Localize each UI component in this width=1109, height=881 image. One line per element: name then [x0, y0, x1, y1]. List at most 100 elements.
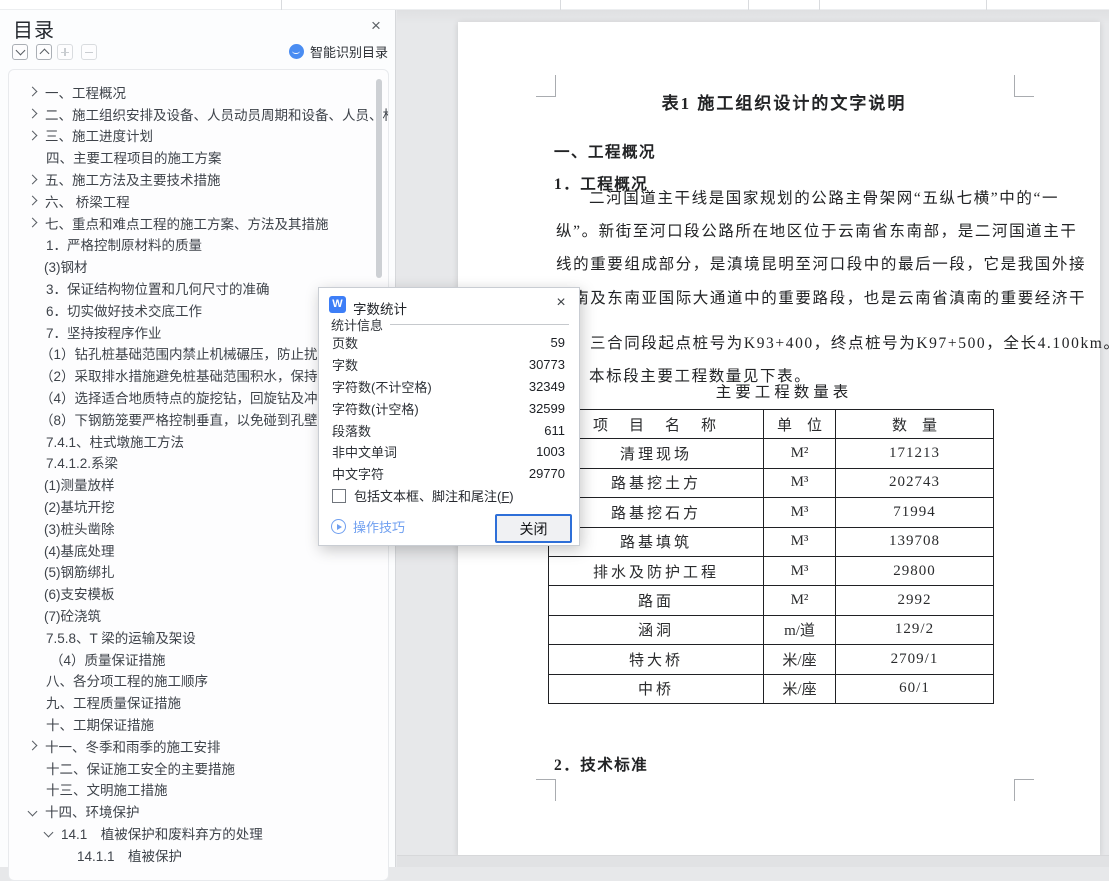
smart-toc-button[interactable]: 智能识别目录	[289, 42, 388, 61]
chevron-right-icon[interactable]	[28, 741, 38, 751]
table-row: 涵洞m/道129/2	[549, 615, 994, 644]
table-cell: M²	[764, 439, 836, 468]
checkbox-icon[interactable]	[332, 489, 346, 503]
toc-item[interactable]: 七、重点和难点工程的施工方案、方法及其措施	[9, 212, 388, 234]
toc-item[interactable]: 一、工程概况	[9, 81, 388, 103]
close-icon[interactable]: ×	[366, 16, 386, 36]
toc-item[interactable]: 十四、环境保护	[9, 800, 388, 822]
body-paragraph: 二河国道主干线是国家规划的公路主骨架网“五纵七横”中的“一纵”。新街至河口段公路…	[556, 186, 1036, 319]
chevron-down-icon[interactable]	[28, 806, 38, 816]
stat-label: 非中文单词	[332, 442, 397, 461]
stat-label: 段落数	[332, 421, 371, 440]
toc-item[interactable]: 六、 桥梁工程	[9, 190, 388, 212]
close-dialog-button[interactable]: 关闭	[495, 514, 572, 543]
toc-item[interactable]: 十一、冬季和雨季的施工安排	[9, 735, 388, 757]
stat-row: 中文字符29770	[332, 463, 565, 485]
chevron-right-icon[interactable]	[28, 87, 38, 97]
include-textbox-checkbox[interactable]: 包括文本框、脚注和尾注(F)	[332, 486, 514, 505]
table-cell: M³	[764, 556, 836, 585]
toc-item[interactable]: 十、工期保证措施	[9, 713, 388, 735]
chevron-right-icon[interactable]	[28, 218, 38, 228]
crop-mark-top-left	[536, 75, 556, 97]
toc-item[interactable]: 十二、保证施工安全的主要措施	[9, 757, 388, 779]
checkbox-label: 包括文本框、脚注和尾注(F)	[354, 486, 514, 505]
toc-item[interactable]: 五、施工方法及主要技术措施	[9, 168, 388, 190]
chevron-down-icon[interactable]	[44, 828, 54, 838]
chevron-right-icon[interactable]	[28, 174, 38, 184]
toc-item[interactable]: 14.1 植被保护和废料弃方的处理	[9, 822, 388, 844]
table-cell: 171213	[836, 439, 994, 468]
body-line: 二河国道主干线是国家规划的公路主骨架网“五纵七横”中的“一	[556, 186, 1036, 219]
table-row: 特大桥米/座2709/1	[549, 645, 994, 674]
toc-item-label: （1）钻孔桩基础范围内禁止机械碾压，防止扰动原地	[40, 343, 358, 363]
scrollbar-thumb[interactable]	[376, 79, 382, 278]
stat-label: 字数	[332, 355, 358, 374]
chevron-down-icon	[15, 46, 25, 56]
toc-item-label: 14.1.1 植被保护	[77, 845, 182, 865]
toc-item-label: 7.4.1.2.系梁	[46, 452, 118, 472]
ribbon-separator	[748, 0, 749, 10]
toc-item-label: (1)测量放样	[44, 474, 115, 494]
body-line: 越南及东南亚国际大通道中的重要路段，也是云南省滇南的重要经济干	[556, 286, 1036, 319]
table-row: 排水及防护工程M³29800	[549, 556, 994, 585]
toc-item-label: （2）采取排水措施避免桩基础范围积水，保持干燥；	[40, 365, 358, 385]
toc-item-label: 十二、保证施工安全的主要措施	[46, 758, 235, 778]
close-icon[interactable]: ×	[551, 293, 571, 313]
table-row: 清理现场M²171213	[549, 439, 994, 468]
ribbon-separator	[560, 0, 561, 10]
chevron-right-icon[interactable]	[28, 196, 38, 206]
ribbon-bottom-strip	[0, 0, 1109, 10]
toc-item-label: （4）质量保证措施	[50, 649, 166, 669]
tips-link-label: 操作技巧	[353, 517, 405, 536]
document-title: 表1 施工组织设计的文字说明	[556, 89, 1012, 114]
toc-item[interactable]: 二、施工组织安排及设备、人员动员周期和设备、人员、材...	[9, 103, 388, 125]
table-cell: 路基填筑	[549, 527, 764, 556]
collapse-all-button[interactable]	[81, 44, 97, 60]
stat-row: 字符数(不计空格)32349	[332, 376, 565, 398]
table-cell: 特大桥	[549, 645, 764, 674]
chevron-right-icon[interactable]	[28, 109, 38, 119]
toc-item-label: 7．坚持按程序作业	[46, 322, 162, 342]
stat-value: 32349	[529, 379, 565, 394]
table-cell: 中桥	[549, 674, 764, 703]
tips-link[interactable]: 操作技巧	[331, 517, 405, 536]
table-cell: 202743	[836, 468, 994, 497]
play-circle-icon	[331, 519, 346, 534]
toc-item-label: (4)基底处理	[44, 540, 115, 560]
toc-item[interactable]: 四、主要工程项目的施工方案	[9, 146, 388, 168]
toc-item[interactable]: 十三、文明施工措施	[9, 779, 388, 801]
expand-all-button[interactable]	[57, 44, 73, 60]
stat-row: 字数30773	[332, 354, 565, 376]
table-cell: M³	[764, 468, 836, 497]
stat-row: 页数59	[332, 332, 565, 354]
table-cell: 29800	[836, 556, 994, 585]
wps-logo-icon: W	[329, 296, 346, 313]
toc-item[interactable]: 14.1.1 植被保护	[9, 844, 388, 866]
heading-1: 一、工程概况	[554, 140, 656, 162]
toc-item[interactable]: 1．严格控制原材料的质量	[9, 234, 388, 256]
chevron-right-icon[interactable]	[28, 131, 38, 141]
stat-label: 页数	[332, 333, 358, 352]
toc-item-label: (7)砼浇筑	[44, 605, 101, 625]
toc-item[interactable]: 八、各分项工程的施工顺序	[9, 670, 388, 692]
toc-item-label: (5)钢筋绑扎	[44, 561, 115, 581]
collapse-up-button[interactable]	[36, 44, 52, 60]
toc-item[interactable]: (6)支安模板	[9, 582, 388, 604]
expand-down-button[interactable]	[12, 44, 28, 60]
toc-item-label: 1．严格控制原材料的质量	[46, 234, 202, 254]
toc-item-label: (3)钢材	[44, 256, 88, 276]
toc-item[interactable]: 7.5.8、T 梁的运输及架设	[9, 626, 388, 648]
crop-mark-top-right	[1014, 75, 1034, 97]
table-cell: 60/1	[836, 674, 994, 703]
toc-item[interactable]: (3)钢材	[9, 255, 388, 277]
toc-item-label: 八、各分项工程的施工顺序	[46, 670, 208, 690]
toc-item[interactable]: (5)钢筋绑扎	[9, 561, 388, 583]
toc-item[interactable]: （4）质量保证措施	[9, 648, 388, 670]
toc-item[interactable]: 三、施工进度计划	[9, 125, 388, 147]
stat-value: 611	[544, 423, 565, 438]
smart-toc-icon	[289, 44, 304, 59]
toc-item-label: 九、工程质量保证措施	[46, 692, 181, 712]
toc-item[interactable]: (7)砼浇筑	[9, 604, 388, 626]
table-cell: 129/2	[836, 615, 994, 644]
toc-item[interactable]: 九、工程质量保证措施	[9, 691, 388, 713]
